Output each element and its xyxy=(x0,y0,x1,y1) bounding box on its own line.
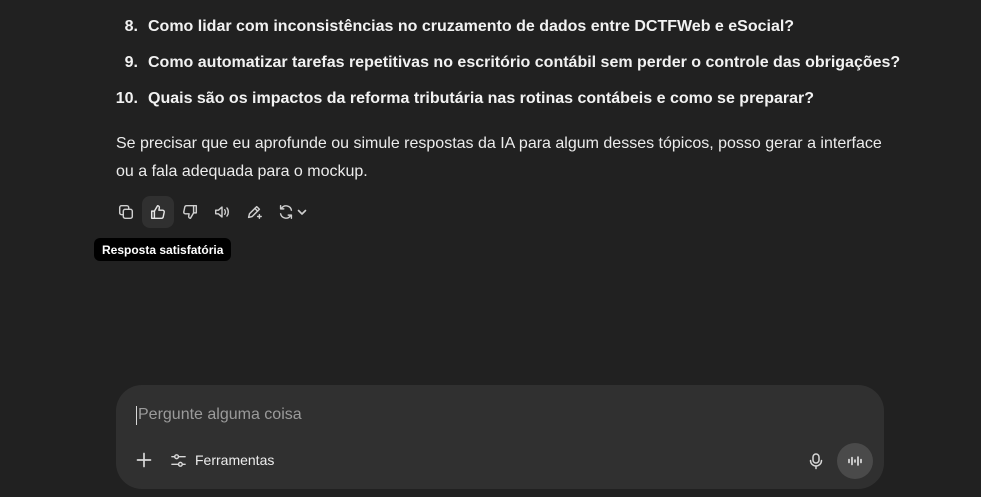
regenerate-button[interactable] xyxy=(270,196,314,228)
chat-page: 8. Como lidar com inconsistências no cru… xyxy=(0,0,981,497)
prompt-placeholder: Pergunte alguma coisa xyxy=(138,406,302,423)
chevron-down-icon xyxy=(297,209,306,215)
thumbs-up-icon xyxy=(150,204,165,220)
prompt-input[interactable]: Pergunte alguma coisa xyxy=(136,403,836,427)
list-item: 8. Como lidar com inconsistências no cru… xyxy=(100,15,900,39)
tools-label: Ferramentas xyxy=(195,452,275,468)
list-item-number: 10. xyxy=(115,90,138,107)
assistant-message-paragraph: Se precisar que eu aprofunde ou simule r… xyxy=(116,135,882,180)
edit-button[interactable] xyxy=(238,196,270,228)
read-aloud-button[interactable] xyxy=(206,196,238,228)
voice-mode-button[interactable] xyxy=(837,443,873,479)
read-aloud-icon xyxy=(214,206,230,218)
copy-icon xyxy=(118,204,134,220)
tooltip: Resposta satisfatória xyxy=(94,238,232,261)
plus-icon xyxy=(136,452,152,468)
thumbs-down-button[interactable] xyxy=(174,196,206,228)
add-attachment-button[interactable] xyxy=(130,446,158,474)
regenerate-icon xyxy=(279,204,292,220)
text-caret xyxy=(136,405,137,425)
list-item-number: 9. xyxy=(124,54,138,71)
edit-icon xyxy=(247,205,262,220)
thumbs-up-button[interactable] xyxy=(142,196,174,228)
list-item-text: Como lidar com inconsistências no cruzam… xyxy=(148,18,795,35)
list-item-number: 8. xyxy=(124,18,138,35)
thumbs-down-icon xyxy=(183,204,198,220)
list-item: 10. Quais são os impactos da reforma tri… xyxy=(100,87,900,111)
list-item: 9. Como automatizar tarefas repetitivas … xyxy=(100,51,901,75)
microphone-icon xyxy=(809,453,823,470)
list-item-text: Quais são os impactos da reforma tributá… xyxy=(148,90,814,107)
composer: Pergunte alguma coisa Ferramentas xyxy=(116,385,884,489)
sliders-icon xyxy=(171,453,186,467)
message-actions xyxy=(110,196,314,228)
voice-mode-icon xyxy=(848,456,862,466)
copy-button[interactable] xyxy=(110,196,142,228)
list-item-text: Como automatizar tarefas repetitivas no … xyxy=(148,54,901,71)
dictate-button[interactable] xyxy=(802,447,830,475)
tools-button[interactable]: Ferramentas xyxy=(170,446,274,474)
